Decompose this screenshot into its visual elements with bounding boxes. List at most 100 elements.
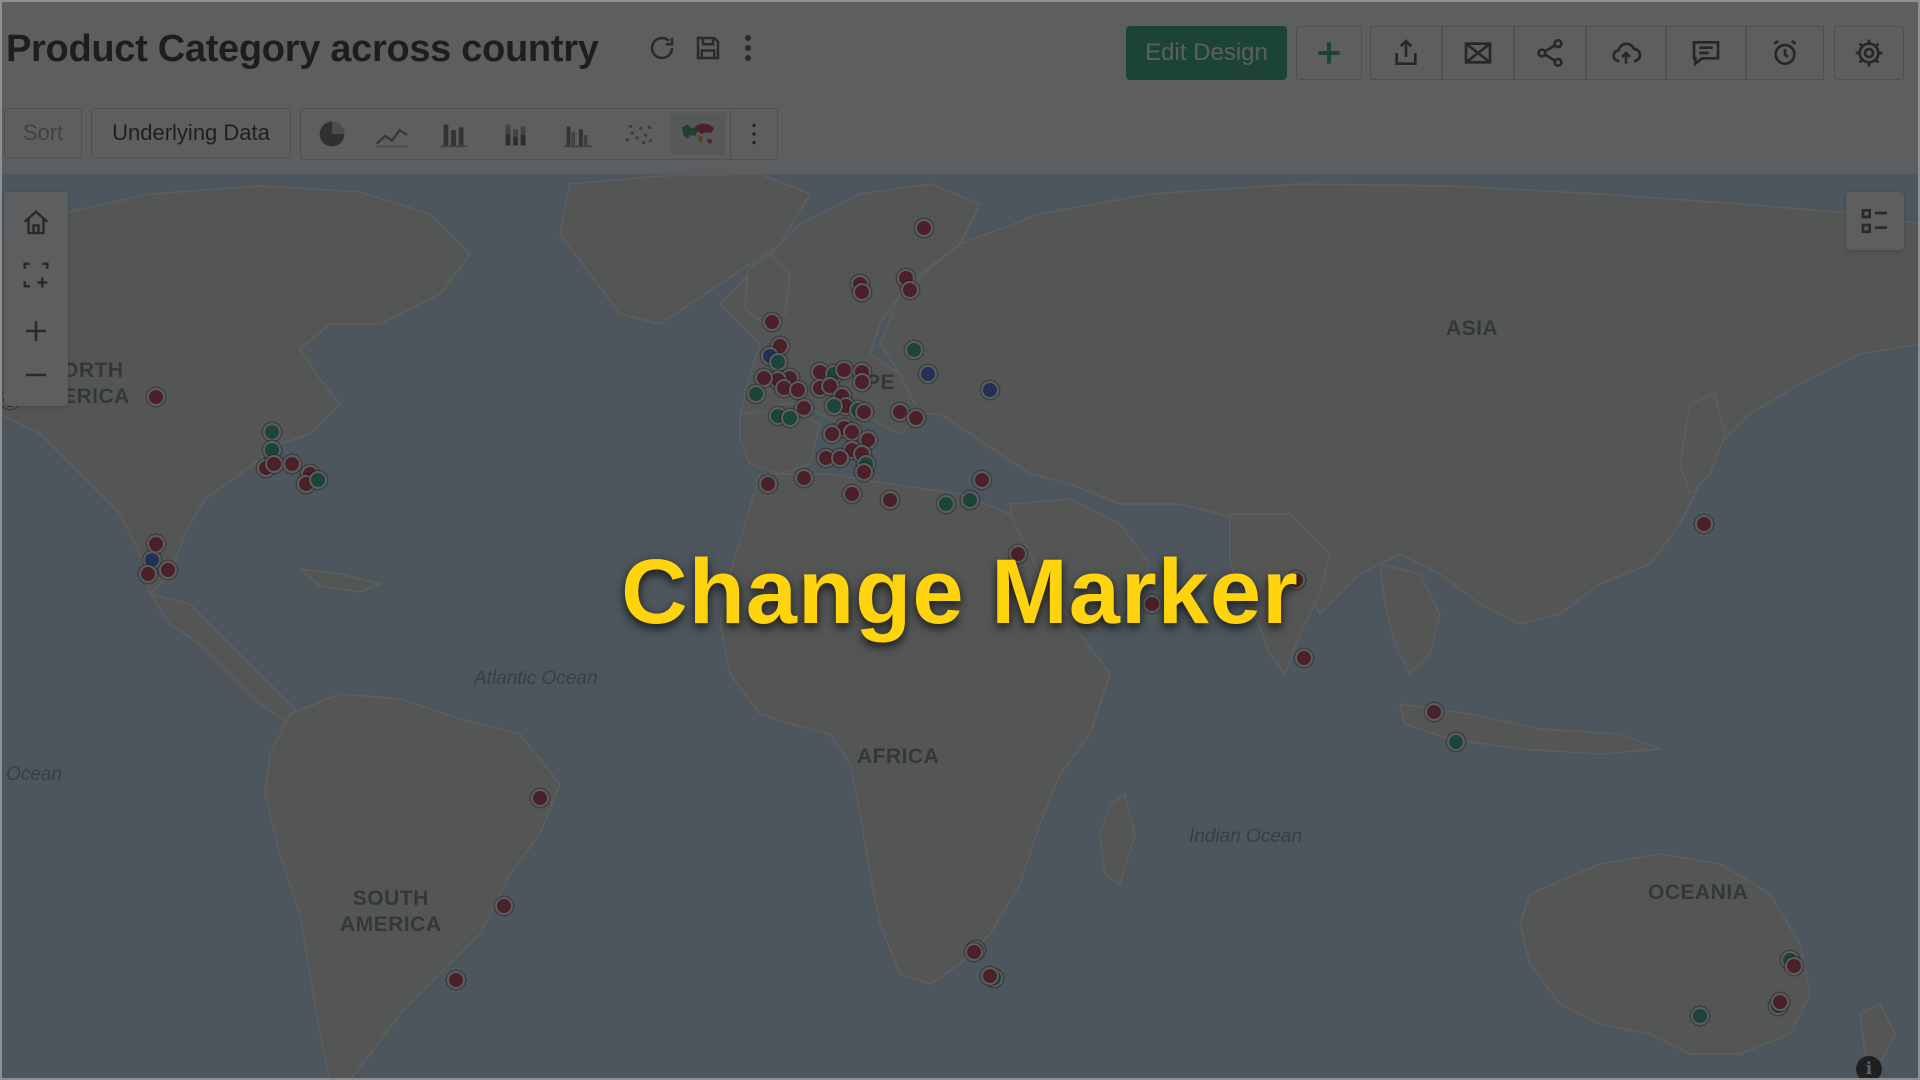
map-marker-crimson[interactable] (831, 449, 849, 467)
map-marker-green[interactable] (961, 491, 979, 509)
map-marker-crimson[interactable] (1295, 649, 1313, 667)
ocean-label-atlantic: Atlantic Ocean (474, 668, 598, 689)
cloud-upload-icon (1612, 42, 1642, 64)
bar-chart-icon[interactable] (427, 113, 481, 155)
page-title: Product Category across country (6, 28, 599, 70)
refresh-icon[interactable] (642, 28, 682, 68)
pie-chart-icon[interactable] (305, 113, 359, 155)
publish-button[interactable] (1586, 26, 1666, 80)
map-marker-crimson[interactable] (495, 897, 513, 915)
more-options-icon (752, 123, 756, 145)
sort-button[interactable]: Sort (4, 108, 82, 158)
map-marker-crimson[interactable] (835, 361, 853, 379)
comment-icon (1692, 41, 1720, 67)
underlying-data-button[interactable]: Underlying Data (91, 108, 291, 158)
legend-icon (1861, 209, 1887, 233)
continent-label-oceania: OCEANIA (1648, 881, 1749, 904)
home-icon[interactable] (4, 198, 68, 248)
email-icon (1464, 42, 1492, 64)
continent-label-asia: ASIA (1446, 317, 1499, 340)
stacked-bar-icon[interactable] (489, 113, 543, 155)
continent-label-north-america: ORTH ERICA (62, 359, 130, 408)
gear-icon (1855, 39, 1883, 67)
map-marker-crimson[interactable] (823, 425, 841, 443)
map-marker-crimson[interactable] (855, 463, 873, 481)
map-marker-green[interactable] (1691, 1007, 1709, 1025)
map-marker-crimson[interactable] (139, 565, 157, 583)
export-icon (1395, 39, 1417, 65)
map-marker-crimson[interactable] (531, 789, 549, 807)
plus-icon (1318, 42, 1340, 64)
map-marker-crimson[interactable] (283, 455, 301, 473)
map-marker-crimson[interactable] (965, 943, 983, 961)
app-window: Product Category across country Edit Des… (0, 0, 1920, 1080)
map-zoom-control (4, 192, 68, 406)
export-button[interactable] (1370, 26, 1442, 80)
edit-design-button[interactable]: Edit Design (1126, 26, 1287, 80)
map-marker-crimson[interactable] (447, 971, 465, 989)
save-icon[interactable] (688, 28, 728, 68)
schedule-button[interactable] (1746, 26, 1824, 80)
report-header: Product Category across country Edit Des… (0, 0, 1920, 104)
map-marker-crimson[interactable] (843, 485, 861, 503)
map-marker-green[interactable] (1447, 733, 1465, 751)
map-marker-crimson[interactable] (1287, 571, 1305, 589)
map-marker-green[interactable] (769, 353, 787, 371)
scatter-icon[interactable] (611, 113, 665, 155)
map-marker-green[interactable] (905, 341, 923, 359)
map-marker-crimson[interactable] (901, 281, 919, 299)
alarm-clock-icon (1773, 39, 1797, 65)
email-button[interactable] (1442, 26, 1514, 80)
map-marker-crimson[interactable] (1785, 957, 1803, 975)
map-marker-green[interactable] (747, 385, 765, 403)
chart-type-more-button[interactable] (730, 109, 777, 159)
world-map-landmass (0, 174, 1920, 1080)
info-icon[interactable]: i (1856, 1056, 1882, 1080)
map-marker-crimson[interactable] (265, 455, 283, 473)
map-marker-crimson[interactable] (1425, 703, 1443, 721)
map-marker-blue[interactable] (981, 381, 999, 399)
more-options-icon[interactable] (728, 28, 768, 68)
map-marker-crimson[interactable] (1695, 515, 1713, 533)
geo-map-icon[interactable] (671, 113, 725, 155)
map-marker-blue[interactable] (919, 365, 937, 383)
map-marker-crimson[interactable] (759, 475, 777, 493)
settings-button[interactable] (1834, 26, 1904, 80)
continent-label-south-america: SOUTH AMERICA (340, 887, 442, 936)
zoom-to-selection-icon[interactable] (4, 250, 68, 300)
map-marker-crimson[interactable] (915, 219, 933, 237)
map-marker-crimson[interactable] (159, 561, 177, 579)
ocean-label-pacific: Ocean (6, 764, 62, 785)
line-chart-icon[interactable] (365, 113, 419, 155)
map-marker-green[interactable] (263, 423, 281, 441)
map-marker-crimson[interactable] (973, 471, 991, 489)
map-marker-crimson[interactable] (853, 283, 871, 301)
map-marker-green[interactable] (825, 397, 843, 415)
map-marker-crimson[interactable] (981, 967, 999, 985)
map-marker-crimson[interactable] (147, 388, 165, 406)
map-marker-green[interactable] (781, 409, 799, 427)
chart-toolbar: Sort Underlying Data (0, 104, 1920, 174)
geo-map[interactable]: ORTH ERICA PE ASIA AFRICA SOUTH AMERICA … (0, 174, 1920, 1080)
zoom-out-icon[interactable] (4, 350, 68, 400)
map-marker-crimson[interactable] (1009, 545, 1027, 563)
comments-button[interactable] (1666, 26, 1746, 80)
ocean-label-indian: Indian Ocean (1189, 826, 1303, 847)
map-marker-crimson[interactable] (881, 491, 899, 509)
legend-toggle-button[interactable] (1846, 192, 1904, 250)
share-button[interactable] (1514, 26, 1586, 80)
map-marker-crimson[interactable] (855, 403, 873, 421)
zoom-in-icon[interactable] (4, 306, 68, 356)
map-marker-green[interactable] (937, 495, 955, 513)
map-marker-crimson[interactable] (1143, 595, 1161, 613)
map-marker-crimson[interactable] (763, 313, 781, 331)
add-button[interactable] (1296, 26, 1362, 80)
grouped-bar-icon[interactable] (551, 113, 605, 155)
map-marker-crimson[interactable] (789, 381, 807, 399)
map-marker-crimson[interactable] (795, 469, 813, 487)
map-marker-green[interactable] (309, 471, 327, 489)
map-marker-crimson[interactable] (1771, 993, 1789, 1011)
continent-label-africa: AFRICA (857, 745, 940, 768)
map-marker-crimson[interactable] (853, 373, 871, 391)
map-marker-crimson[interactable] (907, 409, 925, 427)
